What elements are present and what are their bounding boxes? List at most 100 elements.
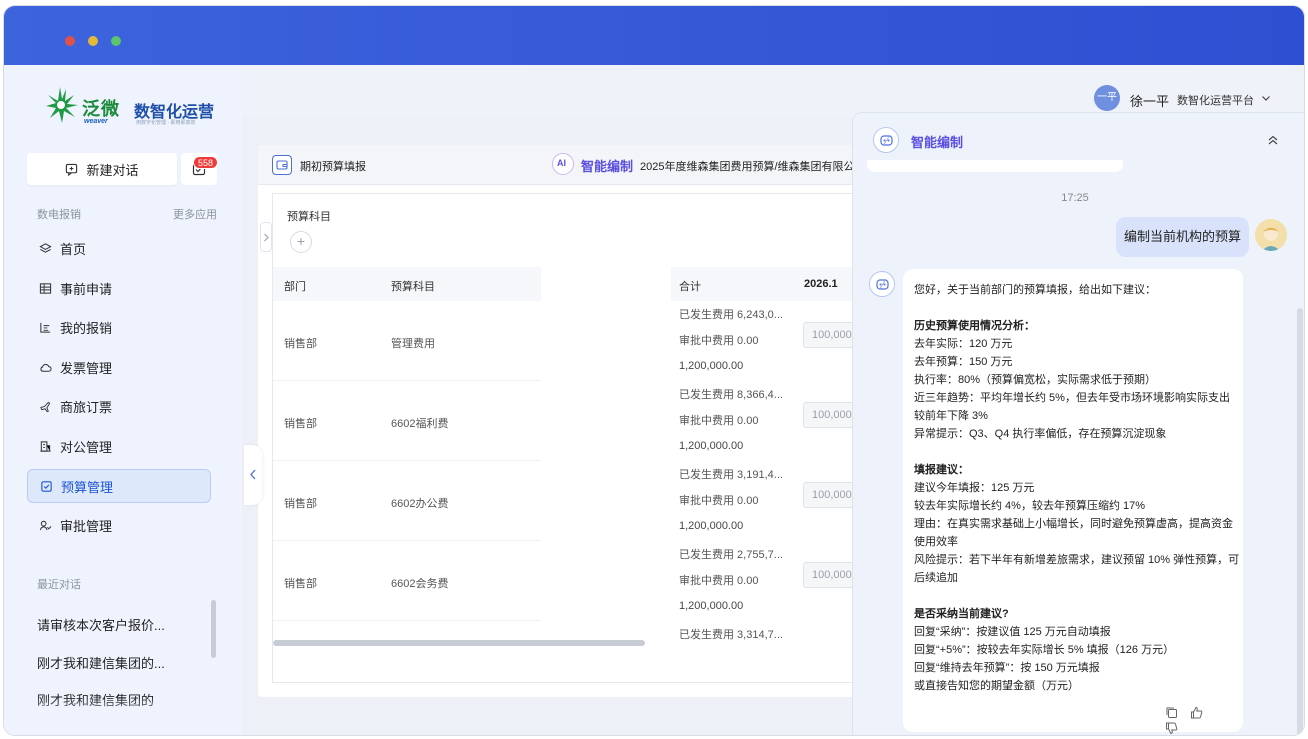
plane-icon [38, 399, 52, 413]
user-avatar-image [1255, 219, 1287, 251]
table-cell-dept: 销售部 [284, 418, 317, 430]
close-window-button[interactable] [65, 36, 75, 46]
reply-line: 较去年实际增长约 4%，较去年预算压缩约 17% [914, 500, 1146, 512]
checkbox-icon [39, 479, 53, 493]
nav-label: 商旅订票 [60, 399, 113, 415]
sidebar-collapse-toggle[interactable] [244, 445, 262, 505]
table-cell-subject: 管理费用 [391, 338, 435, 350]
ai-assistant-icon[interactable]: AI [552, 153, 574, 175]
budget-input[interactable]: 100,000.00 [803, 482, 859, 508]
nav-label: 审批管理 [60, 518, 113, 534]
nav-item-travel[interactable]: 商旅订票 [27, 389, 211, 423]
pending-amount: 审批中费用 0.00 [679, 335, 759, 347]
section-title: 数电报销 [37, 209, 81, 221]
wallet-icon [272, 155, 292, 175]
thumbs-up-icon[interactable] [1190, 706, 1203, 719]
nav-label: 发票管理 [60, 360, 113, 376]
nav-item-home[interactable]: 首页 [27, 231, 211, 265]
ai-bot-icon [873, 127, 899, 153]
budget-form-card: 期初预算填报 AI 智能编制 2025年度维森集团费用预算/维森集团有限公司 预… [258, 145, 859, 697]
sidebar: 泛微 weaver 数智化运营 用数字化管理 · 即用即高效 新建对话 558 … [4, 65, 242, 735]
horizontal-scrollbar[interactable] [273, 640, 645, 646]
user-avatar[interactable]: 一平 [1094, 85, 1120, 111]
total-amount: 1,200,000.00 [679, 600, 744, 612]
chevron-right-icon [264, 233, 269, 242]
pending-amount: 审批中费用 0.00 [679, 415, 759, 427]
org-name[interactable]: 数智化运营平台 [1177, 92, 1254, 108]
budget-input[interactable]: 100,000.00 [803, 402, 859, 428]
sidebar-fade [4, 697, 242, 735]
reply-line: 去年实际：120 万元 [914, 338, 1013, 350]
minimize-window-button[interactable] [88, 36, 98, 46]
row-divider [273, 620, 541, 621]
table-cell-subject: 6602福利费 [391, 418, 449, 430]
panel-scrollbar[interactable] [1297, 308, 1303, 735]
column-header-dept: 部门 [284, 281, 306, 293]
budget-input[interactable]: 100,000.00 [803, 322, 859, 348]
copy-icon[interactable] [1165, 706, 1178, 719]
nav-label: 预算管理 [61, 479, 114, 495]
recent-chats-title: 最近对话 [37, 579, 81, 591]
recent-chat-item[interactable]: 刚才我和建信集团的... [37, 653, 207, 672]
reply-line: 建议今年填报：125 万元 [914, 482, 1035, 494]
nav-item-invoice[interactable]: 发票管理 [27, 350, 211, 384]
column-header-month: 2026.1 [804, 278, 838, 290]
expand-filter-tab[interactable] [260, 222, 272, 252]
message-timestamp: 17:25 [1061, 192, 1089, 204]
row-divider [273, 460, 541, 461]
pending-amount: 审批中费用 0.00 [679, 575, 759, 587]
card-header: 期初预算填报 AI 智能编制 2025年度维森集团费用预算/维森集团有限公司 [258, 145, 858, 185]
nav-item-corporate[interactable]: 对公管理 [27, 429, 211, 463]
new-chat-button[interactable]: 新建对话 [27, 153, 177, 185]
building-icon [38, 439, 52, 453]
chevron-down-icon[interactable] [1260, 92, 1272, 104]
approval-icon [38, 518, 52, 532]
reply-line: 使用效率 [914, 536, 958, 548]
top-bar: 一平 徐一平 数智化运营平台 [242, 65, 1304, 117]
reply-heading: 历史预算使用情况分析： [914, 320, 1035, 332]
column-header-total: 合计 [679, 281, 701, 293]
nav-item-budget[interactable]: 预算管理 [27, 469, 211, 503]
recent-scrollbar[interactable] [211, 600, 216, 658]
incurred-amount: 已发生费用 3,314,7... [679, 629, 783, 641]
previous-message-bubble [867, 160, 1123, 172]
incurred-amount: 已发生费用 3,191,4... [679, 469, 783, 481]
budget-title: 2025年度维森集团费用预算/维森集团有限公司 [640, 161, 856, 173]
total-amount: 1,200,000.00 [679, 440, 744, 452]
reply-heading: 填报建议： [914, 464, 969, 476]
nav-item-approval[interactable]: 审批管理 [27, 508, 211, 542]
incurred-amount: 已发生费用 8,366,4... [679, 389, 783, 401]
cloud-icon [38, 360, 52, 374]
total-amount: 1,200,000.00 [679, 360, 744, 372]
subject-filter-label: 预算科目 [287, 211, 331, 223]
user-name[interactable]: 徐一平 [1130, 91, 1169, 110]
collapse-up-icon[interactable] [1266, 133, 1280, 147]
nav-label: 对公管理 [60, 439, 113, 455]
maximize-window-button[interactable] [111, 36, 121, 46]
brand-logo: 泛微 weaver 数智化运营 用数字化管理 · 即用即高效 [44, 85, 214, 129]
recent-chat-item[interactable]: 请审核本次客户报价... [37, 615, 207, 634]
table-cell-dept: 销售部 [284, 498, 317, 510]
thumbs-down-icon[interactable] [1165, 722, 1178, 735]
reply-line: 去年预算：150 万元 [914, 356, 1013, 368]
pending-amount: 审批中费用 0.00 [679, 495, 759, 507]
add-subject-button[interactable]: + [290, 231, 312, 253]
budget-input[interactable]: 100,000.00 [803, 562, 859, 588]
table-icon [38, 281, 52, 295]
new-chat-label: 新建对话 [86, 162, 139, 178]
more-apps-link[interactable]: 更多应用 [173, 206, 217, 222]
incurred-amount: 已发生费用 6,243,0... [679, 309, 783, 321]
task-count-badge: 558 [193, 156, 219, 169]
reply-line: 理由：在真实需求基础上小幅增长，同时避免预算虚高，提高资金 [914, 518, 1233, 530]
chat-icon [66, 163, 78, 176]
title-bar [4, 6, 1304, 65]
ai-compose-label[interactable]: 智能编制 [581, 156, 633, 175]
reply-line: 或直接告知您的期望金额（万元） [914, 680, 1079, 692]
weaver-logo-icon [46, 87, 78, 123]
ai-reply-bubble: 您好，关于当前部门的预算填报，给出如下建议： 历史预算使用情况分析： 去年实际：… [903, 269, 1243, 735]
nav-item-my-reimbursement[interactable]: 我的报销 [27, 310, 211, 344]
column-header-subject: 预算科目 [391, 281, 435, 293]
nav-item-pre-application[interactable]: 事前申请 [27, 271, 211, 305]
reply-line: 较前年下降 3% [914, 410, 988, 422]
user-message-bubble: 编制当前机构的预算 [1116, 217, 1249, 257]
